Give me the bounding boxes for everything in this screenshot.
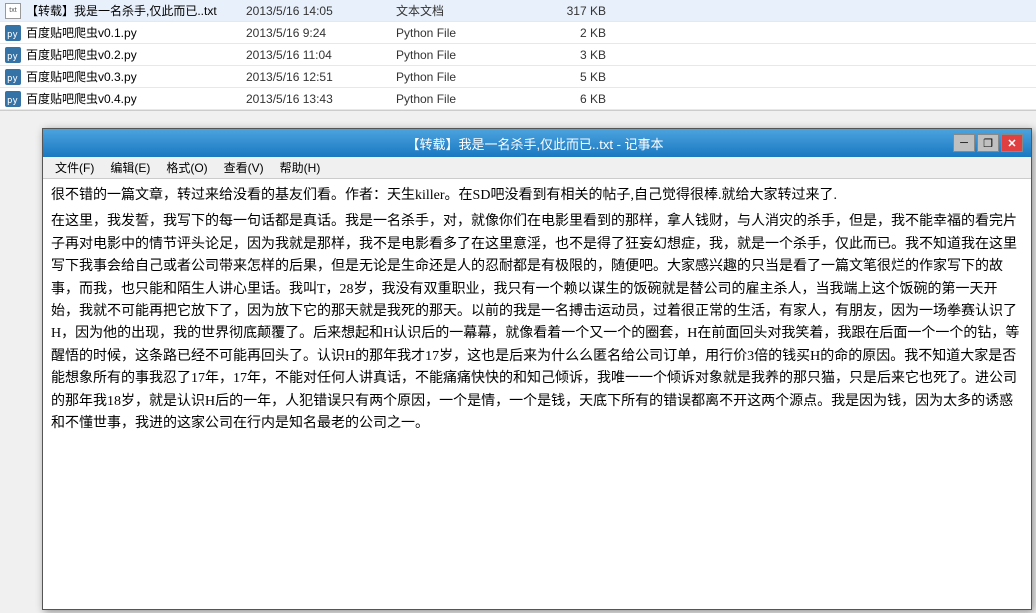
menu-format[interactable]: 格式(O) bbox=[158, 157, 215, 178]
file-row[interactable]: py 百度贴吧爬虫v0.2.py 2013/5/16 11:04 Python … bbox=[0, 44, 1036, 66]
file-date: 2013/5/16 14:05 bbox=[246, 4, 396, 18]
file-name: 百度贴吧爬虫v0.1.py bbox=[26, 24, 246, 41]
file-size: 317 KB bbox=[526, 4, 606, 18]
file-date: 2013/5/16 12:51 bbox=[246, 70, 396, 84]
file-row[interactable]: txt 【转载】我是一名杀手,仅此而已..txt 2013/5/16 14:05… bbox=[0, 0, 1036, 22]
file-size: 5 KB bbox=[526, 70, 606, 84]
file-size: 6 KB bbox=[526, 92, 606, 106]
python-file-icon: py bbox=[4, 46, 22, 64]
minimize-button[interactable]: ─ bbox=[953, 134, 975, 152]
notepad-title: 【转载】我是一名杀手,仅此而已..txt - 记事本 bbox=[117, 134, 953, 153]
close-button[interactable]: ✕ bbox=[1001, 134, 1023, 152]
svg-text:py: py bbox=[7, 96, 18, 106]
file-type: 文本文档 bbox=[396, 2, 526, 19]
python-file-icon: py bbox=[4, 24, 22, 42]
titlebar-buttons: ─ ❐ ✕ bbox=[953, 134, 1023, 152]
file-size: 3 KB bbox=[526, 48, 606, 62]
notepad-titlebar: 【转载】我是一名杀手,仅此而已..txt - 记事本 ─ ❐ ✕ bbox=[43, 129, 1031, 157]
restore-icon: ❐ bbox=[983, 137, 993, 150]
minimize-icon: ─ bbox=[960, 137, 968, 149]
content-paragraph: 在这里，我发誓，我写下的每一句话都是真话。我是一名杀手，对，就像你们在电影里看到… bbox=[51, 211, 1023, 435]
content-paragraph: 很不错的一篇文章，转过来给没看的基友们看。作者：天生killer。在SD吧没看到… bbox=[51, 185, 1023, 207]
file-date: 2013/5/16 11:04 bbox=[246, 48, 396, 62]
notepad-window: 【转载】我是一名杀手,仅此而已..txt - 记事本 ─ ❐ ✕ 文件(F) 编… bbox=[42, 128, 1032, 610]
notepad-content-area[interactable]: 很不错的一篇文章，转过来给没看的基友们看。作者：天生killer。在SD吧没看到… bbox=[43, 179, 1031, 609]
file-row[interactable]: py 百度贴吧爬虫v0.3.py 2013/5/16 12:51 Python … bbox=[0, 66, 1036, 88]
file-type: Python File bbox=[396, 70, 526, 84]
file-name: 【转载】我是一名杀手,仅此而已..txt bbox=[26, 2, 246, 19]
file-row[interactable]: py 百度贴吧爬虫v0.4.py 2013/5/16 13:43 Python … bbox=[0, 88, 1036, 110]
svg-text:py: py bbox=[7, 52, 18, 62]
file-size: 2 KB bbox=[526, 26, 606, 40]
restore-button[interactable]: ❐ bbox=[977, 134, 999, 152]
svg-text:py: py bbox=[7, 30, 18, 40]
notepad-text: 很不错的一篇文章，转过来给没看的基友们看。作者：天生killer。在SD吧没看到… bbox=[51, 185, 1023, 435]
file-name: 百度贴吧爬虫v0.3.py bbox=[26, 68, 246, 85]
menu-view[interactable]: 查看(V) bbox=[216, 157, 272, 178]
svg-text:py: py bbox=[7, 74, 18, 84]
file-type: Python File bbox=[396, 48, 526, 62]
file-date: 2013/5/16 9:24 bbox=[246, 26, 396, 40]
file-name: 百度贴吧爬虫v0.4.py bbox=[26, 90, 246, 107]
notepad-menubar: 文件(F) 编辑(E) 格式(O) 查看(V) 帮助(H) bbox=[43, 157, 1031, 179]
menu-edit[interactable]: 编辑(E) bbox=[102, 157, 158, 178]
python-file-icon: py bbox=[4, 68, 22, 86]
file-name: 百度贴吧爬虫v0.2.py bbox=[26, 46, 246, 63]
close-icon: ✕ bbox=[1007, 137, 1016, 150]
file-type: Python File bbox=[396, 26, 526, 40]
text-file-icon: txt bbox=[4, 2, 22, 20]
file-type: Python File bbox=[396, 92, 526, 106]
menu-help[interactable]: 帮助(H) bbox=[272, 157, 329, 178]
python-file-icon: py bbox=[4, 90, 22, 108]
file-date: 2013/5/16 13:43 bbox=[246, 92, 396, 106]
file-explorer: txt 【转载】我是一名杀手,仅此而已..txt 2013/5/16 14:05… bbox=[0, 0, 1036, 111]
file-row[interactable]: py 百度贴吧爬虫v0.1.py 2013/5/16 9:24 Python F… bbox=[0, 22, 1036, 44]
menu-file[interactable]: 文件(F) bbox=[47, 157, 102, 178]
